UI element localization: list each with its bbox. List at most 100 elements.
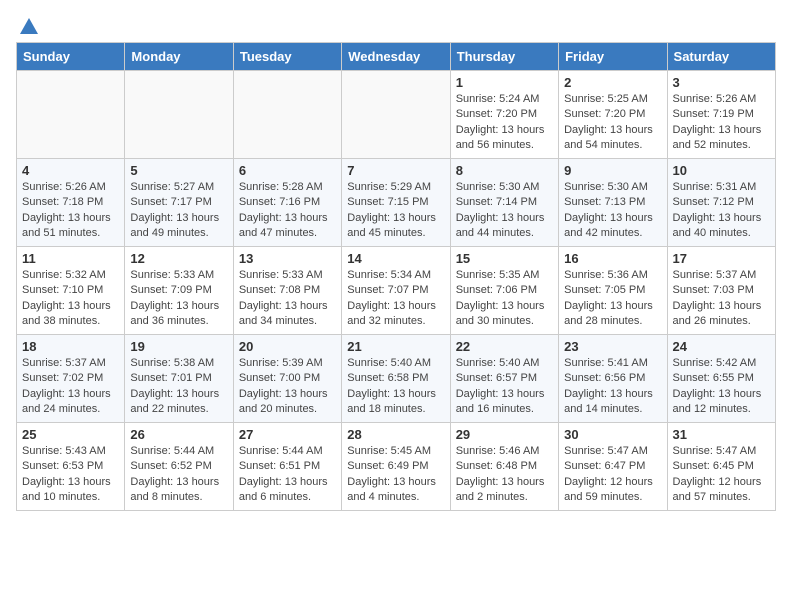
day-info: Sunrise: 5:43 AM Sunset: 6:53 PM Dayligh… bbox=[22, 445, 111, 503]
weekday-header-thursday: Thursday bbox=[450, 43, 558, 71]
day-info: Sunrise: 5:39 AM Sunset: 7:00 PM Dayligh… bbox=[239, 357, 328, 415]
day-number: 24 bbox=[673, 339, 770, 354]
day-number: 4 bbox=[22, 163, 119, 178]
day-number: 9 bbox=[564, 163, 661, 178]
day-number: 1 bbox=[456, 75, 553, 90]
day-number: 18 bbox=[22, 339, 119, 354]
day-number: 15 bbox=[456, 251, 553, 266]
calendar-cell: 24 Sunrise: 5:42 AM Sunset: 6:55 PM Dayl… bbox=[667, 335, 775, 423]
weekday-header-friday: Friday bbox=[559, 43, 667, 71]
calendar-cell bbox=[17, 71, 125, 159]
calendar-cell: 1 Sunrise: 5:24 AM Sunset: 7:20 PM Dayli… bbox=[450, 71, 558, 159]
calendar-cell: 15 Sunrise: 5:35 AM Sunset: 7:06 PM Dayl… bbox=[450, 247, 558, 335]
logo-icon bbox=[18, 16, 40, 38]
day-info: Sunrise: 5:38 AM Sunset: 7:01 PM Dayligh… bbox=[130, 357, 219, 415]
day-number: 16 bbox=[564, 251, 661, 266]
calendar-cell: 16 Sunrise: 5:36 AM Sunset: 7:05 PM Dayl… bbox=[559, 247, 667, 335]
day-info: Sunrise: 5:27 AM Sunset: 7:17 PM Dayligh… bbox=[130, 181, 219, 239]
day-info: Sunrise: 5:24 AM Sunset: 7:20 PM Dayligh… bbox=[456, 93, 545, 151]
day-info: Sunrise: 5:46 AM Sunset: 6:48 PM Dayligh… bbox=[456, 445, 545, 503]
day-number: 28 bbox=[347, 427, 444, 442]
day-info: Sunrise: 5:25 AM Sunset: 7:20 PM Dayligh… bbox=[564, 93, 653, 151]
day-number: 7 bbox=[347, 163, 444, 178]
calendar-cell bbox=[342, 71, 450, 159]
calendar-cell: 22 Sunrise: 5:40 AM Sunset: 6:57 PM Dayl… bbox=[450, 335, 558, 423]
day-info: Sunrise: 5:37 AM Sunset: 7:03 PM Dayligh… bbox=[673, 269, 762, 327]
calendar-cell: 9 Sunrise: 5:30 AM Sunset: 7:13 PM Dayli… bbox=[559, 159, 667, 247]
day-info: Sunrise: 5:33 AM Sunset: 7:08 PM Dayligh… bbox=[239, 269, 328, 327]
calendar-week-4: 18 Sunrise: 5:37 AM Sunset: 7:02 PM Dayl… bbox=[17, 335, 776, 423]
calendar-cell: 6 Sunrise: 5:28 AM Sunset: 7:16 PM Dayli… bbox=[233, 159, 341, 247]
calendar-cell: 25 Sunrise: 5:43 AM Sunset: 6:53 PM Dayl… bbox=[17, 423, 125, 511]
day-number: 26 bbox=[130, 427, 227, 442]
calendar-cell: 5 Sunrise: 5:27 AM Sunset: 7:17 PM Dayli… bbox=[125, 159, 233, 247]
day-info: Sunrise: 5:30 AM Sunset: 7:14 PM Dayligh… bbox=[456, 181, 545, 239]
calendar-cell: 4 Sunrise: 5:26 AM Sunset: 7:18 PM Dayli… bbox=[17, 159, 125, 247]
day-info: Sunrise: 5:33 AM Sunset: 7:09 PM Dayligh… bbox=[130, 269, 219, 327]
weekday-header-wednesday: Wednesday bbox=[342, 43, 450, 71]
calendar-cell: 20 Sunrise: 5:39 AM Sunset: 7:00 PM Dayl… bbox=[233, 335, 341, 423]
calendar-cell: 30 Sunrise: 5:47 AM Sunset: 6:47 PM Dayl… bbox=[559, 423, 667, 511]
calendar-cell bbox=[125, 71, 233, 159]
day-number: 30 bbox=[564, 427, 661, 442]
calendar-cell: 19 Sunrise: 5:38 AM Sunset: 7:01 PM Dayl… bbox=[125, 335, 233, 423]
calendar-cell: 23 Sunrise: 5:41 AM Sunset: 6:56 PM Dayl… bbox=[559, 335, 667, 423]
day-number: 20 bbox=[239, 339, 336, 354]
calendar-week-5: 25 Sunrise: 5:43 AM Sunset: 6:53 PM Dayl… bbox=[17, 423, 776, 511]
day-number: 25 bbox=[22, 427, 119, 442]
page-header bbox=[16, 16, 776, 34]
day-info: Sunrise: 5:41 AM Sunset: 6:56 PM Dayligh… bbox=[564, 357, 653, 415]
day-number: 10 bbox=[673, 163, 770, 178]
day-number: 29 bbox=[456, 427, 553, 442]
day-info: Sunrise: 5:44 AM Sunset: 6:52 PM Dayligh… bbox=[130, 445, 219, 503]
day-info: Sunrise: 5:34 AM Sunset: 7:07 PM Dayligh… bbox=[347, 269, 436, 327]
calendar-cell: 3 Sunrise: 5:26 AM Sunset: 7:19 PM Dayli… bbox=[667, 71, 775, 159]
calendar-week-3: 11 Sunrise: 5:32 AM Sunset: 7:10 PM Dayl… bbox=[17, 247, 776, 335]
calendar-cell: 26 Sunrise: 5:44 AM Sunset: 6:52 PM Dayl… bbox=[125, 423, 233, 511]
day-number: 31 bbox=[673, 427, 770, 442]
day-info: Sunrise: 5:30 AM Sunset: 7:13 PM Dayligh… bbox=[564, 181, 653, 239]
day-number: 11 bbox=[22, 251, 119, 266]
day-info: Sunrise: 5:36 AM Sunset: 7:05 PM Dayligh… bbox=[564, 269, 653, 327]
day-number: 6 bbox=[239, 163, 336, 178]
day-number: 17 bbox=[673, 251, 770, 266]
weekday-header-tuesday: Tuesday bbox=[233, 43, 341, 71]
calendar-cell: 10 Sunrise: 5:31 AM Sunset: 7:12 PM Dayl… bbox=[667, 159, 775, 247]
calendar-cell: 28 Sunrise: 5:45 AM Sunset: 6:49 PM Dayl… bbox=[342, 423, 450, 511]
weekday-header-saturday: Saturday bbox=[667, 43, 775, 71]
calendar-cell: 21 Sunrise: 5:40 AM Sunset: 6:58 PM Dayl… bbox=[342, 335, 450, 423]
day-number: 12 bbox=[130, 251, 227, 266]
calendar-cell: 8 Sunrise: 5:30 AM Sunset: 7:14 PM Dayli… bbox=[450, 159, 558, 247]
day-info: Sunrise: 5:28 AM Sunset: 7:16 PM Dayligh… bbox=[239, 181, 328, 239]
calendar-cell: 11 Sunrise: 5:32 AM Sunset: 7:10 PM Dayl… bbox=[17, 247, 125, 335]
day-number: 5 bbox=[130, 163, 227, 178]
day-number: 22 bbox=[456, 339, 553, 354]
logo bbox=[16, 16, 40, 34]
weekday-header-sunday: Sunday bbox=[17, 43, 125, 71]
calendar-cell: 12 Sunrise: 5:33 AM Sunset: 7:09 PM Dayl… bbox=[125, 247, 233, 335]
day-info: Sunrise: 5:37 AM Sunset: 7:02 PM Dayligh… bbox=[22, 357, 111, 415]
calendar-week-2: 4 Sunrise: 5:26 AM Sunset: 7:18 PM Dayli… bbox=[17, 159, 776, 247]
day-info: Sunrise: 5:29 AM Sunset: 7:15 PM Dayligh… bbox=[347, 181, 436, 239]
calendar-cell: 7 Sunrise: 5:29 AM Sunset: 7:15 PM Dayli… bbox=[342, 159, 450, 247]
day-info: Sunrise: 5:40 AM Sunset: 6:58 PM Dayligh… bbox=[347, 357, 436, 415]
day-info: Sunrise: 5:26 AM Sunset: 7:19 PM Dayligh… bbox=[673, 93, 762, 151]
calendar-cell: 13 Sunrise: 5:33 AM Sunset: 7:08 PM Dayl… bbox=[233, 247, 341, 335]
day-info: Sunrise: 5:44 AM Sunset: 6:51 PM Dayligh… bbox=[239, 445, 328, 503]
calendar-table: SundayMondayTuesdayWednesdayThursdayFrid… bbox=[16, 42, 776, 511]
calendar-cell: 14 Sunrise: 5:34 AM Sunset: 7:07 PM Dayl… bbox=[342, 247, 450, 335]
weekday-header-monday: Monday bbox=[125, 43, 233, 71]
day-number: 3 bbox=[673, 75, 770, 90]
day-info: Sunrise: 5:31 AM Sunset: 7:12 PM Dayligh… bbox=[673, 181, 762, 239]
day-info: Sunrise: 5:47 AM Sunset: 6:47 PM Dayligh… bbox=[564, 445, 653, 503]
day-info: Sunrise: 5:45 AM Sunset: 6:49 PM Dayligh… bbox=[347, 445, 436, 503]
calendar-week-1: 1 Sunrise: 5:24 AM Sunset: 7:20 PM Dayli… bbox=[17, 71, 776, 159]
calendar-cell: 31 Sunrise: 5:47 AM Sunset: 6:45 PM Dayl… bbox=[667, 423, 775, 511]
day-number: 21 bbox=[347, 339, 444, 354]
calendar-cell bbox=[233, 71, 341, 159]
day-number: 14 bbox=[347, 251, 444, 266]
day-number: 8 bbox=[456, 163, 553, 178]
day-info: Sunrise: 5:40 AM Sunset: 6:57 PM Dayligh… bbox=[456, 357, 545, 415]
day-number: 27 bbox=[239, 427, 336, 442]
day-number: 23 bbox=[564, 339, 661, 354]
